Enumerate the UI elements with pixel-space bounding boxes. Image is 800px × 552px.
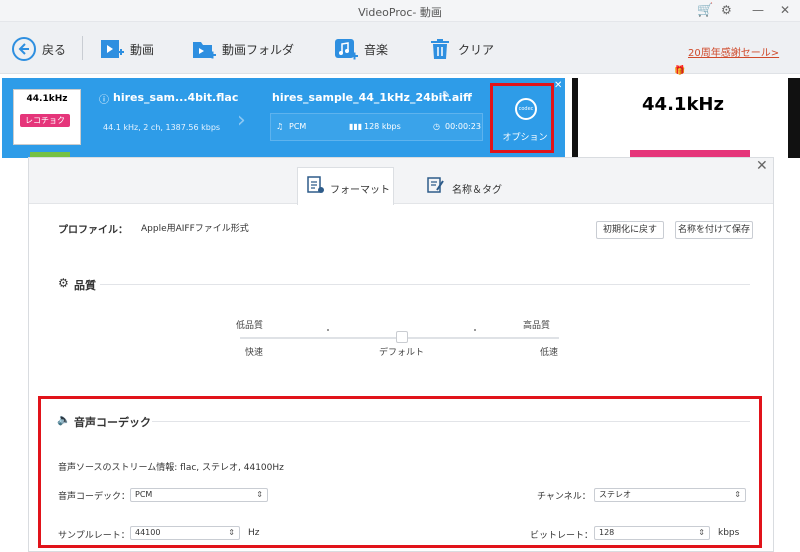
bitrate-select[interactable]: 128 ⇕ xyxy=(594,526,710,540)
speaker-icon: 🔈 xyxy=(57,413,71,426)
video-label: 動画 xyxy=(130,42,155,57)
audio-source-info: 音声ソースのストリーム情報: flac, ステレオ, 44100Hz xyxy=(58,463,284,473)
dialog-tab-bar xyxy=(29,158,773,204)
samplerate-label: サンプルレート： xyxy=(58,531,130,541)
window-title: VideoProc- 動画 xyxy=(358,6,442,19)
profile-value: Apple用AIFFファイル形式 xyxy=(141,224,249,234)
gear-icon[interactable]: ⚙ xyxy=(721,3,732,17)
main-toolbar: 戻る 動画 動画フォルダ 音楽 クリア 🎁 xyxy=(0,22,800,76)
tab-name-tag[interactable]: 名称＆タグ xyxy=(452,181,502,196)
format-icon xyxy=(307,176,324,193)
source-info: 44.1 kHz, 2 ch, 1387.56 kbps xyxy=(103,123,221,132)
output-codec: PCM xyxy=(289,122,307,131)
toolbar-divider xyxy=(82,36,83,60)
edit-pencil-icon[interactable]: ✎ xyxy=(442,90,450,101)
slider-tick xyxy=(474,329,476,331)
samplerate-select[interactable]: 44100 ⇕ xyxy=(130,526,240,540)
samplerate-unit: Hz xyxy=(248,528,260,538)
clear-button[interactable]: クリア xyxy=(428,36,494,62)
add-video-folder-button[interactable]: 動画フォルダ xyxy=(192,36,294,62)
quality-divider xyxy=(100,284,750,285)
speed-default-label: デフォルト xyxy=(379,348,425,358)
channel-select[interactable]: ステレオ ⇕ xyxy=(594,488,746,502)
samplerate-value: 44100 xyxy=(135,528,161,537)
back-button[interactable]: 戻る xyxy=(12,36,66,62)
speed-fast-label: 快速 xyxy=(245,348,264,358)
updown-icon: ⇕ xyxy=(256,490,263,499)
option-label: オプション xyxy=(502,133,548,143)
quality-low-label: 低品質 xyxy=(236,321,264,331)
clear-label: クリア xyxy=(458,42,495,57)
minimize-icon[interactable]: — xyxy=(752,3,764,17)
back-label: 戻る xyxy=(42,42,67,57)
speed-slow-label: 低速 xyxy=(540,348,559,358)
preview-frame: 44.1kHz xyxy=(578,78,788,158)
music-label: 音楽 xyxy=(364,42,389,57)
updown-icon: ⇕ xyxy=(734,490,741,499)
dialog-close-icon[interactable]: ✕ xyxy=(756,158,768,174)
item-thumbnail: 44.1kHz レコチョク xyxy=(13,89,81,145)
media-item[interactable]: 44.1kHz レコチョク ⓘ hires_sam...4bit.flac 44… xyxy=(2,78,565,158)
quality-slider-handle[interactable] xyxy=(396,331,408,343)
item-close-icon[interactable]: ✕ xyxy=(554,80,562,91)
music-add-icon xyxy=(335,39,358,60)
bitrate-icon: ▮▮▮ xyxy=(349,122,363,131)
codec-gear-icon: codec xyxy=(515,98,537,120)
channel-label: チャンネル： xyxy=(537,492,591,502)
cart-icon[interactable]: 🛒 xyxy=(697,3,713,18)
gift-icon: 🎁 xyxy=(674,66,686,76)
clock-icon: ◷ xyxy=(433,122,440,131)
audio-divider xyxy=(152,421,750,422)
title-bar: VideoProc- 動画 🛒 ⚙ — ✕ xyxy=(0,0,800,22)
video-add-icon xyxy=(101,40,124,58)
audio-codec-value: PCM xyxy=(135,490,153,499)
reset-button[interactable]: 初期化に戻す xyxy=(596,221,664,239)
name-tag-icon[interactable] xyxy=(427,176,445,194)
slider-tick xyxy=(327,329,329,331)
updown-icon: ⇕ xyxy=(228,528,235,537)
audio-codec-title: 音声コーデック xyxy=(74,416,151,429)
back-arrow-icon xyxy=(12,37,36,61)
tab-format-label: フォーマット xyxy=(330,185,390,196)
video-folder-label: 動画フォルダ xyxy=(222,42,295,57)
thumbnail-text: 44.1kHz xyxy=(26,94,68,104)
audio-codec-label: 音声コーデック： xyxy=(58,492,131,502)
trash-icon xyxy=(431,39,449,59)
quality-gear-icon: ⚙ xyxy=(58,276,69,290)
preview-text: 44.1kHz xyxy=(642,94,724,115)
folder-add-icon xyxy=(193,42,216,59)
profile-label: プロファイル： xyxy=(58,225,128,236)
audio-codec-select[interactable]: PCM ⇕ xyxy=(130,488,268,502)
codec-option-button[interactable]: codec オプション xyxy=(490,83,554,153)
output-bitrate: 128 kbps xyxy=(364,122,401,131)
preview-pane: 44.1kHz xyxy=(572,78,800,158)
output-duration: 00:00:23 xyxy=(445,122,481,131)
updown-icon: ⇕ xyxy=(698,528,705,537)
music-note-icon: ♫ xyxy=(276,122,284,131)
add-video-button[interactable]: 動画 xyxy=(100,36,154,62)
bitrate-unit: kbps xyxy=(718,528,740,538)
add-music-button[interactable]: 音楽 xyxy=(334,36,388,62)
thumbnail-logo: レコチョク xyxy=(20,114,70,127)
channel-value: ステレオ xyxy=(599,490,631,499)
output-info-box: ♫ PCM ▮▮▮ 128 kbps ◷ 00:00:23 xyxy=(270,113,483,141)
save-as-button[interactable]: 名称を付けて保存 xyxy=(675,221,753,239)
bitrate-value: 128 xyxy=(599,528,615,537)
quality-high-label: 高品質 xyxy=(523,321,551,331)
chevron-right-icon: › xyxy=(237,108,246,133)
promo-link[interactable]: 20周年感謝セール> xyxy=(688,44,779,59)
bitrate-label: ビットレート： xyxy=(530,531,594,541)
info-icon[interactable]: ⓘ xyxy=(99,91,109,106)
quality-title: 品質 xyxy=(74,279,96,292)
close-icon[interactable]: ✕ xyxy=(780,3,790,17)
source-filename: hires_sam...4bit.flac xyxy=(113,91,239,104)
